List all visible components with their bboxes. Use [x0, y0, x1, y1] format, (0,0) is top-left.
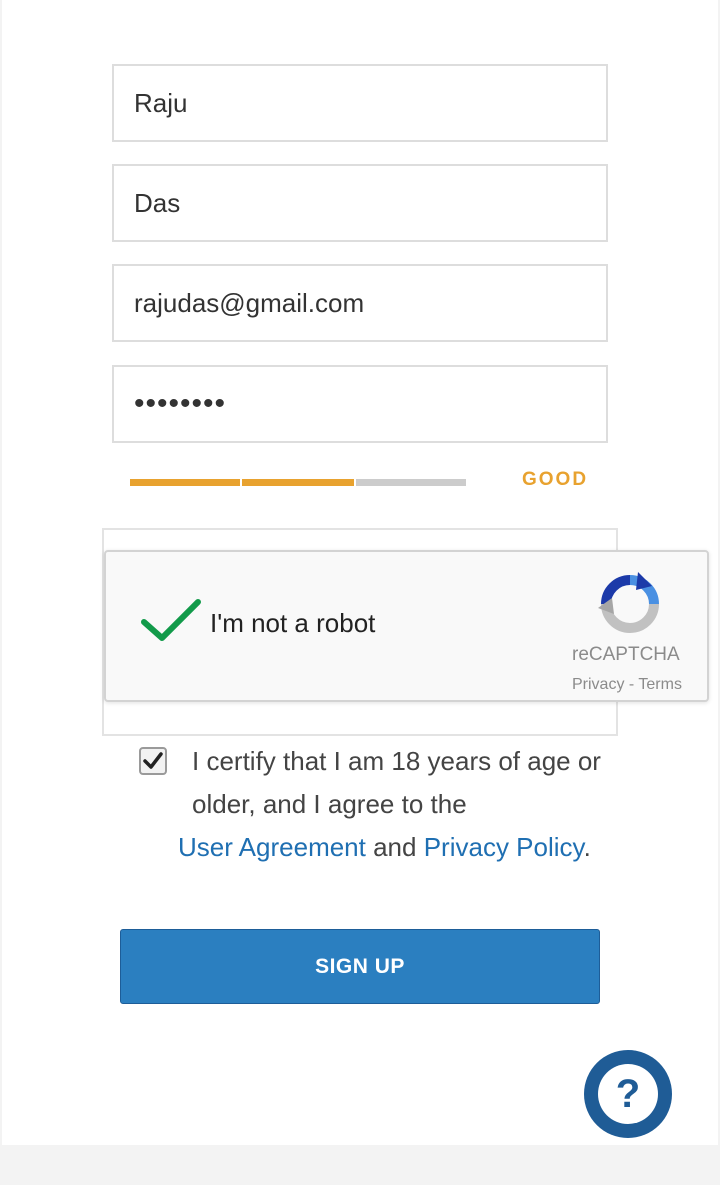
recaptcha-links: Privacy - Terms: [572, 676, 682, 694]
sign-up-button[interactable]: SIGN UP: [120, 929, 600, 1004]
certify-text-2: and: [365, 832, 424, 862]
recaptcha-brand: reCAPTCHA: [572, 644, 680, 665]
recaptcha-separator: -: [624, 676, 639, 693]
last-name-value: Das: [134, 187, 181, 218]
recaptcha-privacy-link[interactable]: Privacy: [572, 676, 624, 693]
password-value: ••••••••: [134, 387, 227, 420]
certify-text: I certify that I am 18 years of age or o…: [178, 740, 618, 869]
password-field[interactable]: ••••••••: [112, 365, 608, 443]
privacy-policy-link[interactable]: Privacy Policy: [424, 832, 584, 862]
strength-segment: [130, 479, 240, 486]
help-icon: ?: [598, 1064, 658, 1124]
first-name-field[interactable]: Raju: [112, 64, 608, 142]
strength-segment: [356, 479, 466, 486]
recaptcha-label: I'm not a robot: [210, 608, 376, 638]
certify-checkbox[interactable]: [139, 747, 167, 775]
check-icon: [141, 599, 201, 641]
email-value: rajudas@gmail.com: [134, 287, 365, 318]
email-field[interactable]: rajudas@gmail.com: [112, 264, 608, 342]
certify-text-1: I certify that I am 18 years of age or o…: [192, 746, 601, 819]
user-agreement-link[interactable]: User Agreement: [178, 832, 366, 862]
recaptcha-logo-icon: [598, 572, 662, 641]
recaptcha-widget: I'm not a robot reCAPTCHA Privacy - Term…: [104, 550, 709, 702]
password-strength-label: GOOD: [522, 469, 589, 490]
recaptcha-checkbox[interactable]: [140, 596, 202, 649]
strength-segment: [242, 479, 354, 486]
first-name-value: Raju: [134, 87, 188, 118]
checkmark-icon: [143, 752, 163, 769]
last-name-field[interactable]: Das: [112, 164, 608, 242]
certify-text-3: .: [583, 832, 591, 862]
recaptcha-terms-link[interactable]: Terms: [638, 676, 682, 693]
help-button[interactable]: ?: [584, 1050, 672, 1138]
